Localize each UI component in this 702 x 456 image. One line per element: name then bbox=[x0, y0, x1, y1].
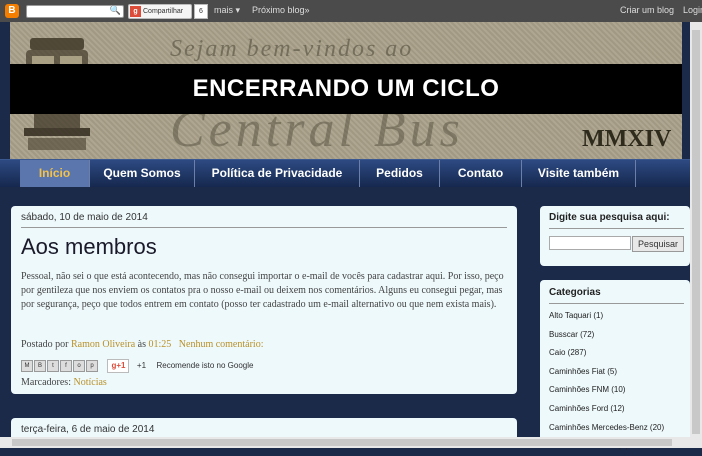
blogger-navbar: B 🔍 g Compartilhar 6 mais ▾ Próximo blog»… bbox=[0, 0, 702, 22]
categories-widget: Categorias Alto Taquari (1) Busscar (72)… bbox=[540, 280, 690, 450]
google-plus-one-button[interactable]: g+1 bbox=[107, 358, 130, 373]
category-item[interactable]: Caio (287) bbox=[549, 344, 664, 363]
banner-title[interactable]: ENCERRANDO UM CICLO bbox=[10, 64, 682, 114]
blogger-logo-icon[interactable]: B bbox=[5, 4, 19, 18]
post-labels: Marcadores: Notícias bbox=[21, 377, 107, 388]
post-footer: Postado por Ramon Oliveira às 01:25 Nenh… bbox=[21, 339, 263, 350]
share-count: 6 bbox=[194, 4, 208, 19]
categories-title: Categorias bbox=[549, 287, 601, 298]
horizontal-scroll-thumb[interactable] bbox=[12, 439, 672, 446]
tab-visite-tambem[interactable]: Visite também bbox=[522, 160, 636, 187]
share-buttons: MBtfop g+1 +1 Recomende isto no Google bbox=[21, 357, 254, 373]
more-menu[interactable]: mais ▾ bbox=[214, 5, 240, 16]
post-date: sábado, 10 de maio de 2014 bbox=[21, 212, 507, 228]
tab-politica-privacidade[interactable]: Política de Privacidade bbox=[195, 160, 360, 187]
blog-header: Sejam bem-vindos ao Central Bus ENCERRAN… bbox=[10, 22, 682, 159]
post-2-date: terça-feira, 6 de maio de 2014 bbox=[21, 424, 155, 435]
blogthis-share-icon[interactable]: B bbox=[34, 359, 46, 372]
post-title[interactable]: Aos membros bbox=[21, 234, 157, 260]
category-item[interactable]: Caminhões Fiat (5) bbox=[549, 363, 664, 382]
tab-inicio[interactable]: Início bbox=[20, 160, 90, 187]
categories-list: Alto Taquari (1) Busscar (72) Caio (287)… bbox=[549, 307, 664, 456]
post-body: Pessoal, não sei o que está acontecendo,… bbox=[21, 271, 504, 310]
divider bbox=[549, 303, 684, 304]
posted-by-label: Postado por bbox=[21, 339, 69, 350]
google-plus-icon: g bbox=[130, 6, 141, 17]
search-widget: Digite sua pesquisa aqui: Pesquisar bbox=[540, 206, 690, 266]
tab-quem-somos[interactable]: Quem Somos bbox=[90, 160, 195, 187]
year-label: MMXIV bbox=[582, 126, 672, 152]
share-button[interactable]: g Compartilhar bbox=[128, 4, 192, 19]
tab-contato[interactable]: Contato bbox=[440, 160, 522, 187]
share-label: Compartilhar bbox=[143, 8, 184, 15]
sidebar-search-input[interactable] bbox=[549, 236, 631, 250]
category-item[interactable]: Alto Taquari (1) bbox=[549, 307, 664, 326]
vertical-scrollbar[interactable] bbox=[690, 22, 702, 448]
divider bbox=[549, 228, 684, 229]
search-button[interactable]: Pesquisar bbox=[632, 236, 684, 252]
next-blog-link[interactable]: Próximo blog» bbox=[252, 5, 310, 15]
at-label: às bbox=[137, 339, 146, 350]
main-nav: Início Quem Somos Política de Privacidad… bbox=[0, 159, 690, 187]
search-widget-title: Digite sua pesquisa aqui: bbox=[549, 212, 670, 223]
login-link[interactable]: Login bbox=[683, 5, 702, 15]
label-link-noticias[interactable]: Notícias bbox=[73, 377, 106, 388]
search-icon[interactable]: 🔍 bbox=[110, 5, 121, 16]
orkut-share-icon[interactable]: o bbox=[73, 359, 85, 372]
plus-one-count: +1 bbox=[136, 361, 147, 371]
recommend-text: Recomende isto no Google bbox=[156, 361, 254, 371]
category-item[interactable]: Caminhões Ford (12) bbox=[549, 400, 664, 419]
category-item[interactable]: Busscar (72) bbox=[549, 326, 664, 345]
blog-post: sábado, 10 de maio de 2014 Aos membros P… bbox=[11, 206, 517, 394]
email-share-icon[interactable]: M bbox=[21, 359, 33, 372]
navbar-search-input[interactable]: 🔍 bbox=[26, 5, 124, 18]
category-item[interactable]: Caminhões Mercedes-Benz (20) bbox=[549, 419, 664, 438]
author-link[interactable]: Ramon Oliveira bbox=[71, 339, 135, 350]
comments-link[interactable]: Nenhum comentário: bbox=[179, 339, 264, 350]
create-blog-link[interactable]: Criar um blog bbox=[620, 5, 674, 15]
post-time-link[interactable]: 01:25 bbox=[149, 339, 172, 350]
welcome-text: Sejam bem-vindos ao bbox=[170, 36, 414, 62]
twitter-share-icon[interactable]: t bbox=[47, 359, 59, 372]
pinterest-share-icon[interactable]: p bbox=[86, 359, 98, 372]
vertical-scroll-thumb[interactable] bbox=[692, 30, 700, 434]
horizontal-scrollbar[interactable] bbox=[0, 437, 690, 448]
labels-prefix: Marcadores: bbox=[21, 377, 71, 388]
facebook-share-icon[interactable]: f bbox=[60, 359, 72, 372]
tab-pedidos[interactable]: Pedidos bbox=[360, 160, 440, 187]
category-item[interactable]: Caminhões FNM (10) bbox=[549, 381, 664, 400]
